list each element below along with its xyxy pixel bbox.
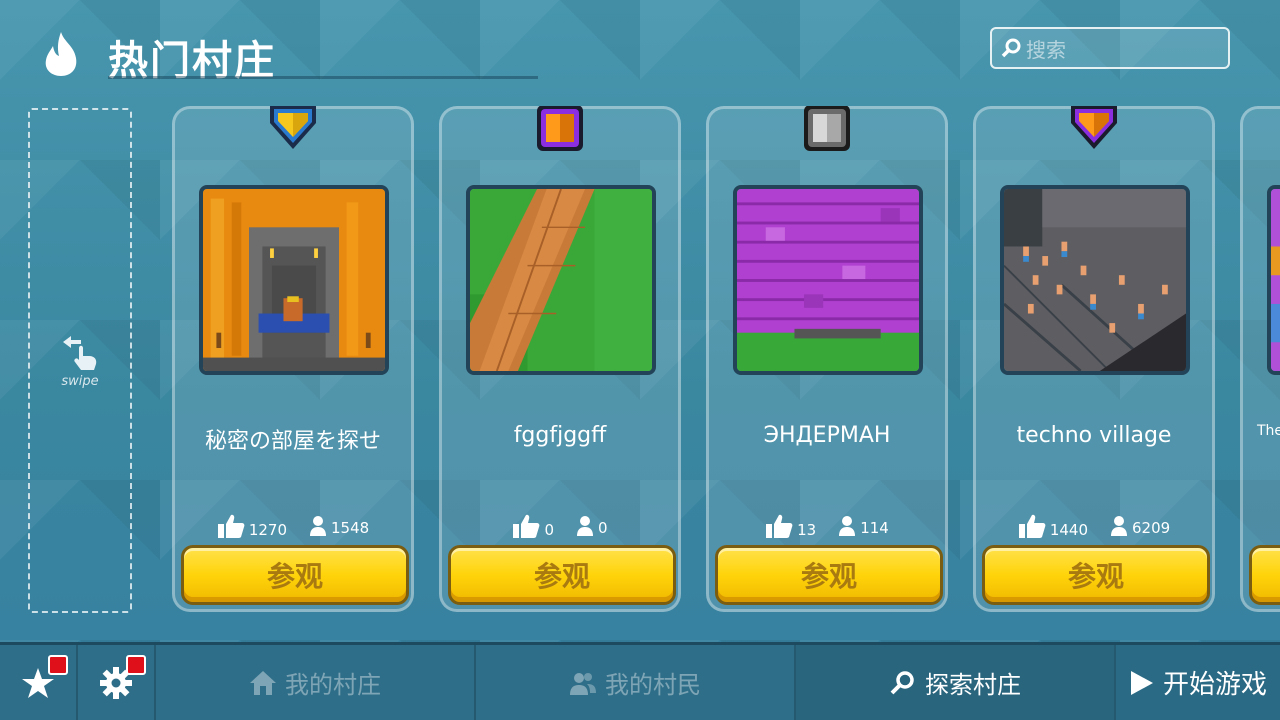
players-count: 114 [860,519,889,537]
user-icon [310,516,326,536]
swipe-label: swipe [61,374,99,389]
user-icon [839,516,856,536]
village-name: 秘密の部屋を探せ [204,429,381,454]
village-thumbnail[interactable] [199,185,389,375]
village-stats: 1270 1548 [175,513,411,539]
fire-icon [45,32,77,76]
tab-label: 探索村庄 [925,671,1021,699]
village-name: The [1257,423,1280,439]
village-card[interactable]: techno village 1440 6209 参观 [973,106,1215,612]
likes-count: 1270 [248,521,287,539]
header: 热门村庄 搜索 [0,0,1280,90]
start-label: 开始游戏 [1162,670,1267,700]
tab-explore-villages[interactable]: 探索村庄 [796,645,1116,720]
swipe-hint[interactable]: swipe [28,108,132,613]
visit-button[interactable]: 参观 [181,545,409,605]
play-icon [1130,670,1153,695]
search-placeholder: 搜索 [1026,37,1066,62]
players-count: 6209 [1132,519,1171,537]
players-stat: 1548 [309,515,369,537]
title-underline [108,76,538,79]
village-stats: 13 114 [709,513,945,539]
user-icon [577,516,593,536]
tab-label: 我的村庄 [285,671,381,699]
players-stat: 114 [838,515,889,537]
likes-stat: 13 [765,513,816,539]
start-game-button[interactable]: 开始游戏 [1116,645,1280,720]
village-card[interactable]: fggfjggff 0 0 参观 [439,106,681,612]
likes-count: 1440 [1049,521,1088,539]
search-icon [1001,38,1021,58]
rank-badge-icon [1071,106,1117,149]
bottom-navigation: 我的村庄 我的村民 探索村庄 开始游戏 [0,642,1280,720]
rank-badge-icon [270,106,316,149]
likes-stat: 1440 [1018,513,1088,539]
favorites-button[interactable] [0,645,78,720]
visit-button[interactable] [1249,545,1280,605]
likes-count: 13 [797,521,817,539]
likes-stat: 1270 [217,513,287,539]
players-stat: 0 [576,515,608,537]
players-count: 0 [598,519,608,537]
village-thumbnail[interactable] [1000,185,1190,375]
likes-count: 0 [544,521,554,539]
players-count: 1548 [331,519,370,537]
thumbs-up-icon [766,514,793,538]
swipe-icon [63,336,97,370]
village-name: techno village [1016,423,1172,448]
search-input[interactable]: 搜索 [990,27,1230,69]
rank-badge-icon [804,106,850,151]
notification-badge [126,655,146,675]
village-thumbnail[interactable] [733,185,923,375]
villagers-icon [570,672,596,695]
tab-label: 我的村民 [605,671,701,699]
village-thumbnail[interactable] [466,185,656,375]
village-card[interactable]: 秘密の部屋を探せ 1270 1548 参观 [172,106,414,612]
settings-button[interactable] [78,645,156,720]
village-card[interactable]: ЭНДЕРМАН 13 114 参观 [706,106,948,612]
thumbs-up-icon [513,514,540,538]
village-thumbnail[interactable] [1267,185,1280,375]
home-icon [250,670,276,695]
thumbs-up-icon [1018,514,1046,538]
visit-button[interactable]: 参观 [448,545,676,605]
visit-button[interactable]: 参观 [715,545,943,605]
village-list[interactable]: 秘密の部屋を探せ 1270 1548 参观 fggfjggff 0 0 参观 Э… [172,106,1280,612]
tab-my-village[interactable]: 我的村庄 [156,645,476,720]
rank-badge-icon [537,106,583,151]
notification-badge [48,655,68,675]
likes-stat: 0 [512,513,554,539]
tab-my-villagers[interactable]: 我的村民 [476,645,796,720]
visit-button[interactable]: 参观 [982,545,1210,605]
players-stat: 6209 [1110,515,1170,537]
village-name: ЭНДЕРМАН [763,423,891,448]
village-name: fggfjggff [513,423,607,448]
search-icon [890,670,914,694]
village-card[interactable]: The [1240,106,1280,612]
village-stats: 0 0 [442,513,678,539]
village-stats: 1440 6209 [976,513,1212,539]
user-icon [1111,516,1127,536]
thumbs-up-icon [217,514,245,538]
